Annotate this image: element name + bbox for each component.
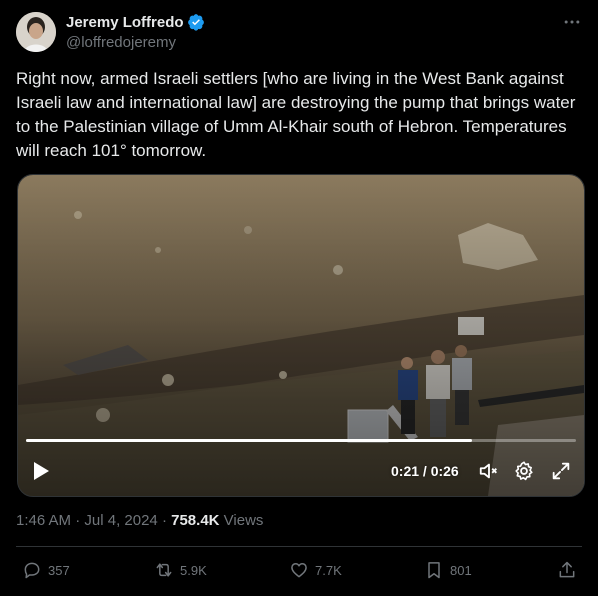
action-bar: 357 5.9K 7.7K 801 xyxy=(0,560,598,584)
repost-count: 5.9K xyxy=(180,562,207,578)
share-icon xyxy=(559,561,575,578)
video-player[interactable]: 0:21 / 0:26 xyxy=(17,174,585,497)
avatar[interactable] xyxy=(16,12,56,52)
video-frame xyxy=(18,175,584,496)
like-count: 7.7K xyxy=(315,562,342,578)
more-options-icon[interactable] xyxy=(562,12,582,32)
tweet-meta: 1:46 AM · Jul 4, 2024 · 758.4K Views xyxy=(16,512,263,529)
bookmark-icon xyxy=(428,562,440,579)
settings-gear-icon[interactable] xyxy=(513,460,535,482)
like-button[interactable]: 7.7K xyxy=(289,560,342,580)
reply-count: 357 xyxy=(48,562,70,578)
tweet-time[interactable]: 1:46 AM xyxy=(16,512,71,529)
tweet: Jeremy Loffredo @loffredojeremy Right no… xyxy=(0,0,598,596)
video-progress-bar[interactable] xyxy=(26,439,576,442)
video-progress-fill xyxy=(26,439,472,442)
meta-separator-2: · xyxy=(161,512,167,529)
views-label: Views xyxy=(223,512,264,529)
share-button[interactable] xyxy=(557,560,583,580)
author-name[interactable]: Jeremy Loffredo xyxy=(66,14,184,31)
divider xyxy=(16,546,582,547)
author-handle[interactable]: @loffredojeremy xyxy=(66,34,176,51)
bookmark-button[interactable]: 801 xyxy=(424,560,472,580)
verified-badge-icon xyxy=(187,14,204,31)
repost-button[interactable]: 5.9K xyxy=(154,560,207,580)
reply-button[interactable]: 357 xyxy=(22,560,70,580)
meta-separator: · xyxy=(75,512,81,529)
volume-icon[interactable] xyxy=(478,460,500,482)
heart-icon xyxy=(291,563,307,578)
author-name-row: Jeremy Loffredo xyxy=(66,13,205,31)
tweet-text: Right now, armed Israeli settlers [who a… xyxy=(16,69,576,160)
video-controls: 0:21 / 0:26 xyxy=(18,457,584,487)
video-time: 0:21 / 0:26 xyxy=(391,463,459,479)
views-count: 758.4K xyxy=(171,512,220,529)
bookmark-count: 801 xyxy=(450,562,472,578)
fullscreen-icon[interactable] xyxy=(550,460,572,482)
play-icon[interactable] xyxy=(32,461,50,481)
repost-icon xyxy=(156,563,172,577)
reply-icon xyxy=(24,562,40,579)
tweet-date[interactable]: Jul 4, 2024 xyxy=(84,512,157,529)
